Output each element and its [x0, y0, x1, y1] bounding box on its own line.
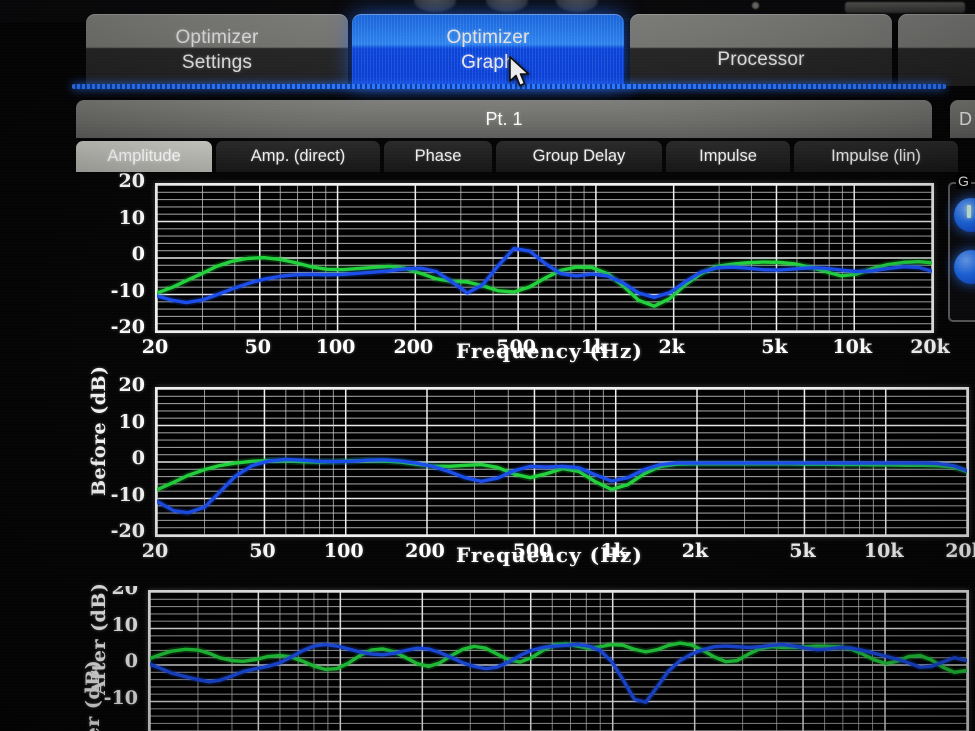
main-tab-bar: Optimizer Settings Optimizer Graph Proce…	[0, 14, 975, 92]
y-tick-label: 10	[111, 613, 138, 636]
y-tick-label: 0	[131, 243, 145, 265]
tab-optimizer-graph-line1: Optimizer	[446, 27, 530, 48]
x-tick-label: 10k	[832, 336, 873, 358]
led-button-1[interactable]	[954, 198, 975, 232]
x-tick-label: 100	[323, 540, 364, 562]
graph-filter-plot[interactable]	[148, 590, 969, 731]
right-panel-group-caption: G	[956, 173, 971, 189]
point-tab-clipped-label: D	[959, 108, 972, 129]
x-tick-label: 50	[244, 336, 272, 358]
graph-before-plot[interactable]	[155, 183, 934, 333]
y-tick-label: 10	[118, 410, 145, 433]
x-tick-label: 2k	[658, 336, 685, 358]
tab-amplitude-label: Amplitude	[107, 147, 181, 165]
tab-phase-label: Phase	[414, 147, 462, 165]
x-tick-label: 200	[405, 540, 445, 562]
tab-impulse-label: Impulse	[699, 147, 757, 165]
graph-after-plot[interactable]	[155, 387, 969, 537]
x-tick-label: 2k	[681, 540, 709, 562]
graph-before-xlabel: Frequency (Hz)	[456, 339, 643, 363]
hardware-led	[752, 2, 759, 9]
graph-filter: Filter (dB) 20 10 0 -10	[0, 586, 975, 731]
y-tick-label: 20	[118, 374, 145, 396]
y-tick-label: -10	[103, 686, 138, 709]
x-tick-label: 20k	[910, 336, 950, 358]
graph-sub-tab-bar: Amplitude Amp. (direct) Phase Group Dela…	[76, 141, 958, 172]
hardware-knob-2	[486, 0, 528, 12]
active-tab-underline-left	[72, 84, 632, 89]
led-button-2[interactable]	[954, 250, 975, 284]
tab-optimizer-settings[interactable]: Optimizer Settings	[86, 14, 348, 86]
tab-next-partial[interactable]	[898, 14, 975, 86]
tab-amplitude[interactable]: Amplitude	[76, 141, 212, 172]
x-tick-label: 20	[141, 336, 169, 358]
y-tick-label: -10	[110, 279, 145, 302]
x-tick-label: 5k	[789, 540, 816, 562]
check-icon	[967, 205, 971, 218]
point-label: Pt. 1	[485, 108, 523, 129]
hardware-knob-1	[414, 0, 456, 12]
tab-processor-label: Processor	[717, 49, 805, 70]
tab-optimizer-graph-line2: Graph	[461, 52, 515, 73]
y-tick-label: 0	[131, 447, 145, 469]
tab-processor[interactable]: Processor	[630, 14, 892, 86]
graph-after-xlabel: Frequency (Hz)	[456, 543, 643, 567]
y-tick-label: -20	[110, 520, 145, 542]
x-tick-label: 50	[249, 540, 276, 562]
tab-amp-direct-label: Amp. (direct)	[250, 147, 346, 165]
x-tick-label: 20k	[945, 540, 975, 562]
tab-amp-direct[interactable]: Amp. (direct)	[216, 141, 380, 172]
y-tick-label: 10	[118, 206, 145, 229]
tab-phase[interactable]: Phase	[384, 141, 492, 172]
hardware-knob-3	[556, 0, 598, 12]
x-tick-label: 200	[393, 336, 434, 358]
graph-before: Before (dB) 20 10 0 -10 -20 20 50 100 200 500 1k 2…	[0, 170, 975, 496]
y-tick-label: 20	[118, 170, 145, 192]
graph-after: After (dB) 20 10 0 -10 -20 20 50 100 200 500 1k 2k…	[0, 374, 975, 695]
tab-impulse-lin-label: Impulse (lin)	[831, 147, 921, 165]
tab-optimizer-settings-line2: Settings	[181, 52, 253, 73]
y-tick-label: -10	[110, 483, 145, 506]
tab-group-delay[interactable]: Group Delay	[496, 141, 662, 172]
point-tab-clipped[interactable]: D	[950, 100, 975, 138]
application-screen: Optimizer Settings Optimizer Graph Proce…	[0, 0, 975, 731]
y-tick-label: 0	[124, 650, 138, 672]
x-tick-label: 5k	[761, 336, 788, 358]
active-tab-underline-right	[628, 84, 946, 89]
x-tick-label: 100	[315, 336, 356, 358]
hardware-slider	[845, 2, 965, 13]
x-tick-label: 20	[141, 540, 169, 562]
y-tick-label: -20	[110, 316, 145, 338]
tab-impulse-lin[interactable]: Impulse (lin)	[794, 141, 958, 172]
x-tick-label: 10k	[863, 540, 904, 562]
tab-optimizer-graph[interactable]: Optimizer Graph	[352, 14, 624, 86]
tab-optimizer-settings-line1: Optimizer	[175, 27, 259, 48]
right-options-panel: G	[948, 173, 975, 322]
y-tick-label: 20	[111, 586, 138, 599]
point-tab-bar[interactable]: Pt. 1	[76, 100, 932, 138]
tab-group-delay-label: Group Delay	[532, 147, 626, 165]
tab-impulse[interactable]: Impulse	[666, 141, 790, 172]
